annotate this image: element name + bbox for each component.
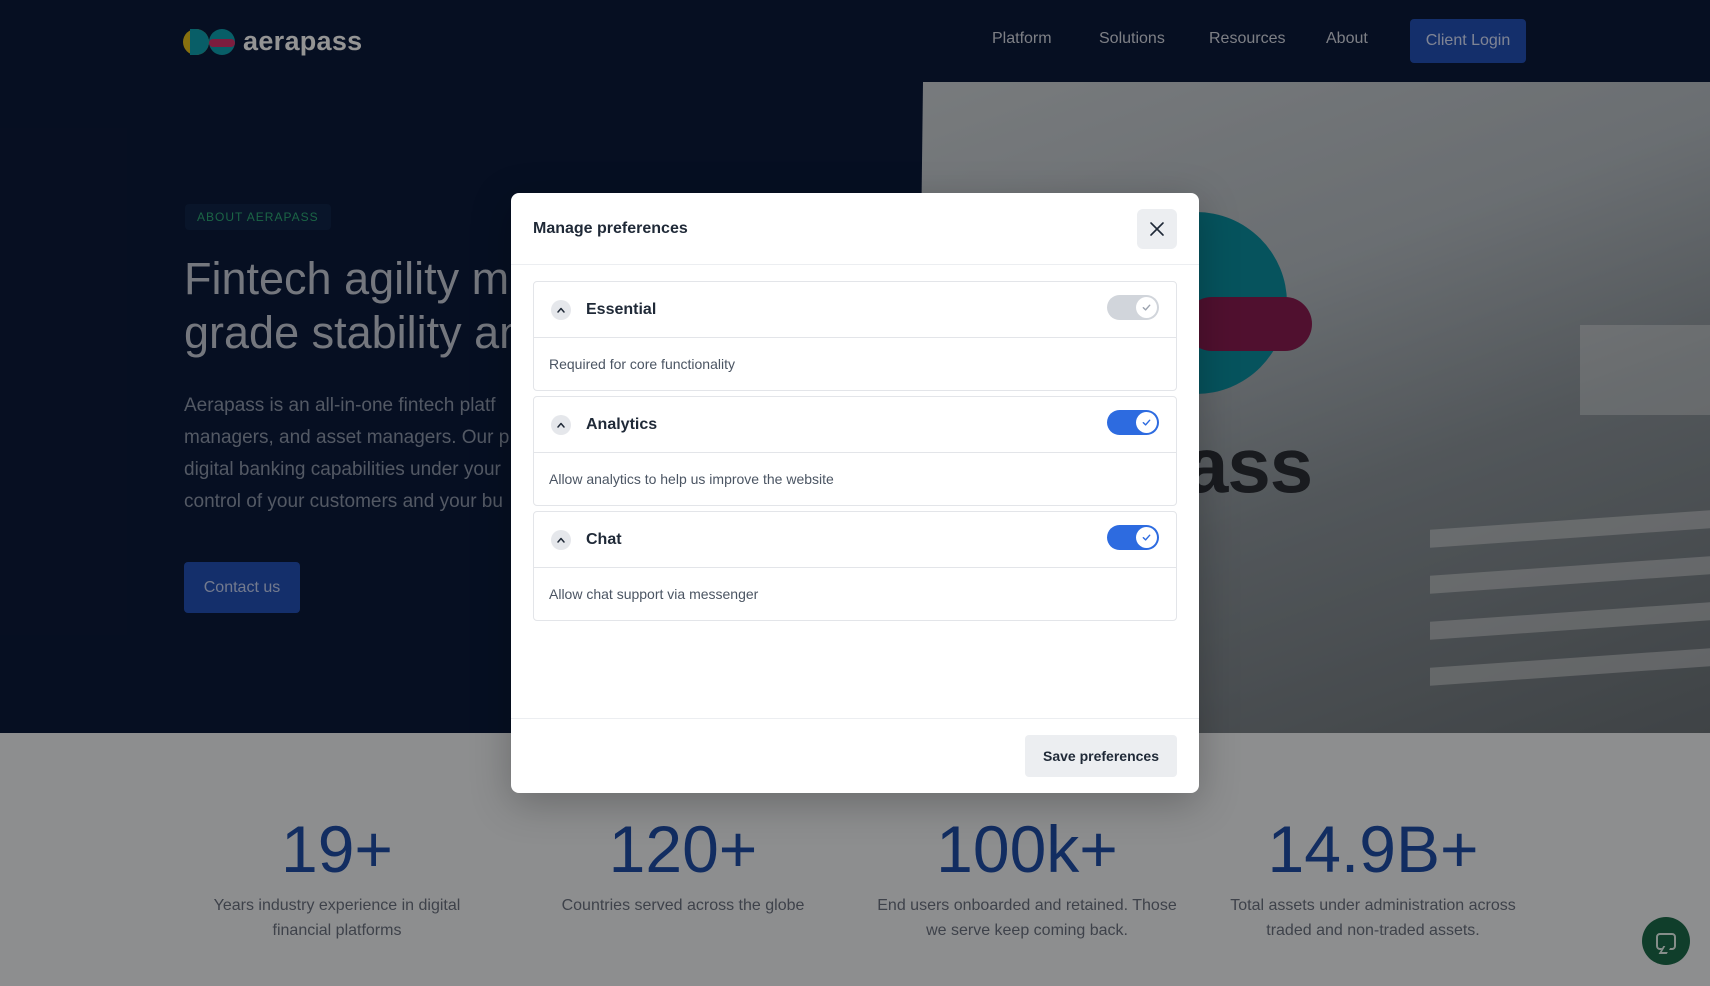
preference-title: Chat [586,531,622,548]
preference-chat: Chat Allow chat support via messenger [533,511,1177,621]
preference-header[interactable]: Chat [534,512,1176,568]
preference-description: Required for core functionality [549,356,735,372]
check-icon [1136,527,1157,548]
check-icon [1136,412,1157,433]
manage-preferences-dialog: Manage preferences Essential Required fo… [511,193,1199,793]
preference-description: Allow analytics to help us improve the w… [549,471,834,487]
chevron-up-icon[interactable] [551,530,571,550]
preference-title: Analytics [586,416,658,433]
chevron-up-icon[interactable] [551,415,571,435]
preference-analytics: Analytics Allow analytics to help us imp… [533,396,1177,506]
dialog-title: Manage preferences [533,220,688,237]
close-icon [1150,222,1164,236]
preference-description: Allow chat support via messenger [549,586,759,602]
preference-header[interactable]: Analytics [534,397,1176,453]
dialog-footer: Save preferences [511,718,1199,793]
chevron-up-icon[interactable] [551,300,571,320]
preference-title: Essential [586,301,657,318]
dialog-header: Manage preferences [511,193,1199,265]
chat-toggle[interactable] [1107,525,1159,550]
essential-toggle[interactable] [1107,295,1159,320]
preference-header[interactable]: Essential [534,282,1176,338]
check-icon [1136,297,1157,318]
analytics-toggle[interactable] [1107,410,1159,435]
preference-essential: Essential Required for core functionalit… [533,281,1177,391]
close-button[interactable] [1137,209,1177,249]
save-preferences-button[interactable]: Save preferences [1025,735,1177,777]
